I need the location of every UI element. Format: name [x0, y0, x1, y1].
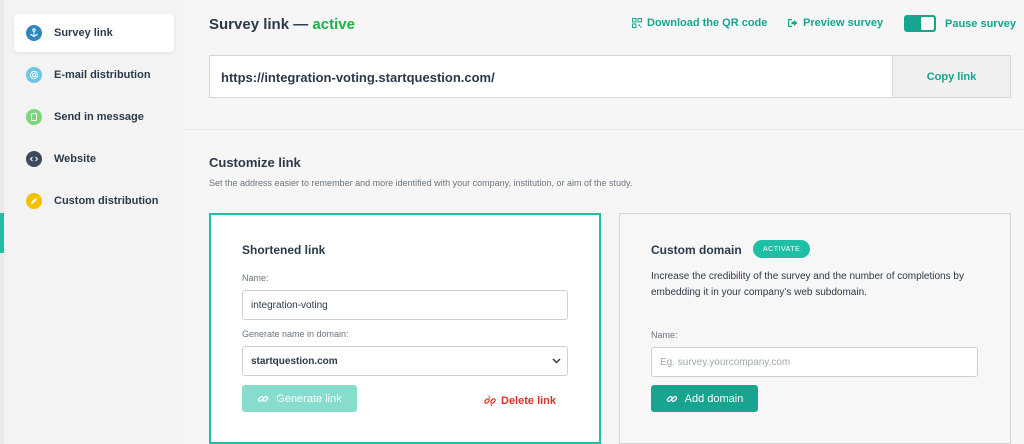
domain-select[interactable]: startquestion.com	[242, 346, 568, 376]
custom-domain-title: Custom domain	[651, 243, 742, 257]
customize-title: Customize link	[209, 155, 301, 170]
message-icon	[26, 109, 42, 125]
delete-link-label: Delete link	[501, 395, 557, 407]
pause-survey-toggle[interactable]	[904, 15, 936, 32]
add-domain-label: Add domain	[684, 392, 744, 405]
page-title: Survey link — active	[209, 16, 355, 33]
domain-label: Generate name in domain:	[242, 329, 349, 339]
copy-link-button[interactable]: Copy link	[892, 56, 1010, 97]
status-active: active	[312, 16, 355, 33]
sidebar-item-custom-distribution[interactable]: Custom distribution	[14, 182, 174, 220]
link-icon	[666, 395, 677, 402]
survey-link-section: Survey link — active Download the QR cod…	[184, 0, 1024, 130]
download-qr-button[interactable]: Download the QR code	[632, 17, 767, 29]
chevron-down-icon	[552, 358, 561, 364]
broken-link-icon	[484, 395, 496, 407]
sidebar-item-survey-link[interactable]: Survey link	[14, 14, 174, 52]
preview-survey-button[interactable]: Preview survey	[787, 17, 883, 29]
name-label: Name:	[242, 273, 269, 283]
survey-url-box: https://integration-voting.startquestion…	[209, 55, 1011, 98]
anchor-icon	[26, 25, 42, 41]
download-qr-label: Download the QR code	[647, 17, 768, 29]
sidebar-item-email-distribution[interactable]: E-mail distribution	[14, 56, 174, 94]
domain-name-input[interactable]: Eg. survey.yourcompany.com	[651, 347, 978, 377]
shortened-link-card: Shortened link Name: integration-voting …	[209, 213, 601, 444]
qr-code-icon	[632, 18, 642, 28]
sidebar-item-label: Website	[54, 153, 96, 165]
page-title-text: Survey link —	[209, 16, 309, 33]
delete-link-button[interactable]: Delete link	[484, 395, 556, 407]
sidebar-item-label: Survey link	[54, 27, 113, 39]
add-domain-button[interactable]: Add domain	[651, 385, 758, 412]
sidebar-item-label: E-mail distribution	[54, 69, 151, 81]
sidebar: Survey link E-mail distribution Send in …	[4, 0, 184, 444]
pause-survey-label: Pause survey	[945, 18, 1016, 30]
at-icon	[26, 67, 42, 83]
sidebar-item-label: Custom distribution	[54, 195, 159, 207]
sidebar-item-label: Send in message	[54, 111, 144, 123]
customize-description: Set the address easier to remember and m…	[209, 178, 633, 188]
main-content: Survey link — active Download the QR cod…	[184, 0, 1024, 444]
link-icon	[258, 395, 269, 402]
preview-survey-label: Preview survey	[803, 17, 884, 29]
activate-badge[interactable]: ACTIVATE	[753, 240, 811, 258]
domain-name-label: Name:	[651, 330, 678, 340]
sidebar-item-website[interactable]: Website	[14, 140, 174, 178]
shortened-link-title: Shortened link	[242, 243, 326, 257]
generate-link-button[interactable]: Generate link	[242, 385, 357, 412]
sidebar-item-send-in-message[interactable]: Send in message	[14, 98, 174, 136]
custom-domain-description: Increase the credibility of the survey a…	[651, 271, 964, 298]
code-icon	[26, 151, 42, 167]
name-input[interactable]: integration-voting	[242, 290, 568, 320]
preview-icon	[788, 19, 798, 27]
custom-domain-card: Custom domain ACTIVATE Increase the cred…	[619, 213, 1011, 444]
domain-select-value: startquestion.com	[251, 355, 338, 367]
generate-link-label: Generate link	[276, 392, 342, 405]
pencil-icon	[26, 193, 42, 209]
toggle-knob	[921, 17, 934, 30]
survey-url[interactable]: https://integration-voting.startquestion…	[221, 70, 495, 85]
